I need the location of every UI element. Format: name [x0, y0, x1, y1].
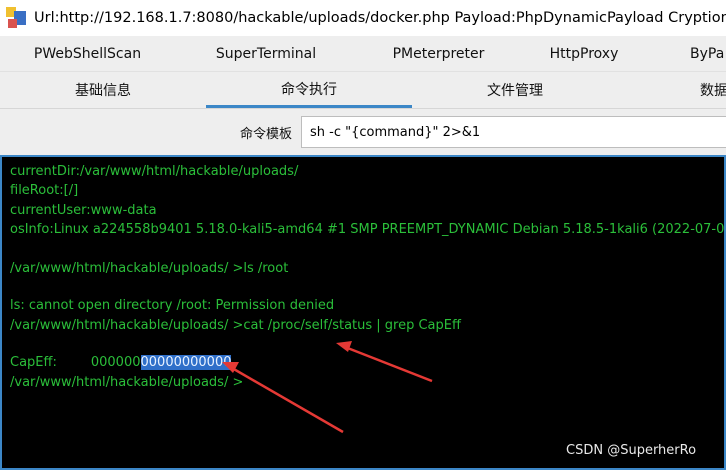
- window-title: Url:http://192.168.1.7:8080/hackable/upl…: [34, 10, 726, 26]
- tab-command-exec[interactable]: 命令执行: [206, 72, 412, 108]
- capeff-label: CapEff:: [10, 355, 57, 370]
- terminal-line: /var/www/html/hackable/uploads/ >ls /roo…: [10, 261, 289, 276]
- tab-pwebshellscan[interactable]: PWebShellScan: [0, 36, 175, 71]
- app-logo-icon: [6, 7, 28, 29]
- tab-bypass[interactable]: ByPa: [690, 36, 726, 71]
- terminal-line: /var/www/html/hackable/uploads/ >cat /pr…: [10, 318, 461, 333]
- main-tab-bar: 基础信息 命令执行 文件管理 数据: [0, 72, 726, 109]
- tab-httpproxy[interactable]: HttpProxy: [522, 36, 646, 71]
- tab-basic-info[interactable]: 基础信息: [0, 72, 206, 108]
- tab-pmeterpreter[interactable]: PMeterpreter: [355, 36, 522, 71]
- capeff-selected-value: 00000000000: [140, 355, 232, 370]
- plugin-tab-bar: PWebShellScan SuperTerminal PMeterpreter…: [0, 36, 726, 72]
- terminal-line: osInfo:Linux a224558b9401 5.18.0-kali5-a…: [10, 222, 726, 237]
- terminal-line: ls: cannot open directory /root: Permiss…: [10, 298, 335, 313]
- tab-superterminal[interactable]: SuperTerminal: [177, 36, 355, 71]
- capeff-value: 000000: [90, 355, 141, 370]
- command-template-label: 命令模板: [240, 127, 293, 142]
- window-titlebar: Url:http://192.168.1.7:8080/hackable/upl…: [0, 0, 726, 36]
- tab-file-manager[interactable]: 文件管理: [412, 72, 618, 108]
- terminal-output[interactable]: currentDir:/var/www/html/hackable/upload…: [0, 155, 726, 470]
- command-template-bar: 命令模板: [0, 109, 726, 155]
- terminal-line: fileRoot:[/]: [10, 183, 79, 198]
- capeff-line: CapEff: 00000000000000000: [10, 354, 232, 372]
- terminal-line: currentDir:/var/www/html/hackable/upload…: [10, 164, 299, 179]
- command-template-input[interactable]: [301, 116, 726, 148]
- terminal-prompt: /var/www/html/hackable/uploads/ >: [10, 375, 244, 390]
- terminal-line: currentUser:www-data: [10, 203, 157, 218]
- watermark: CSDN @SuperherRo: [566, 443, 697, 458]
- tab-database[interactable]: 数据: [700, 72, 726, 108]
